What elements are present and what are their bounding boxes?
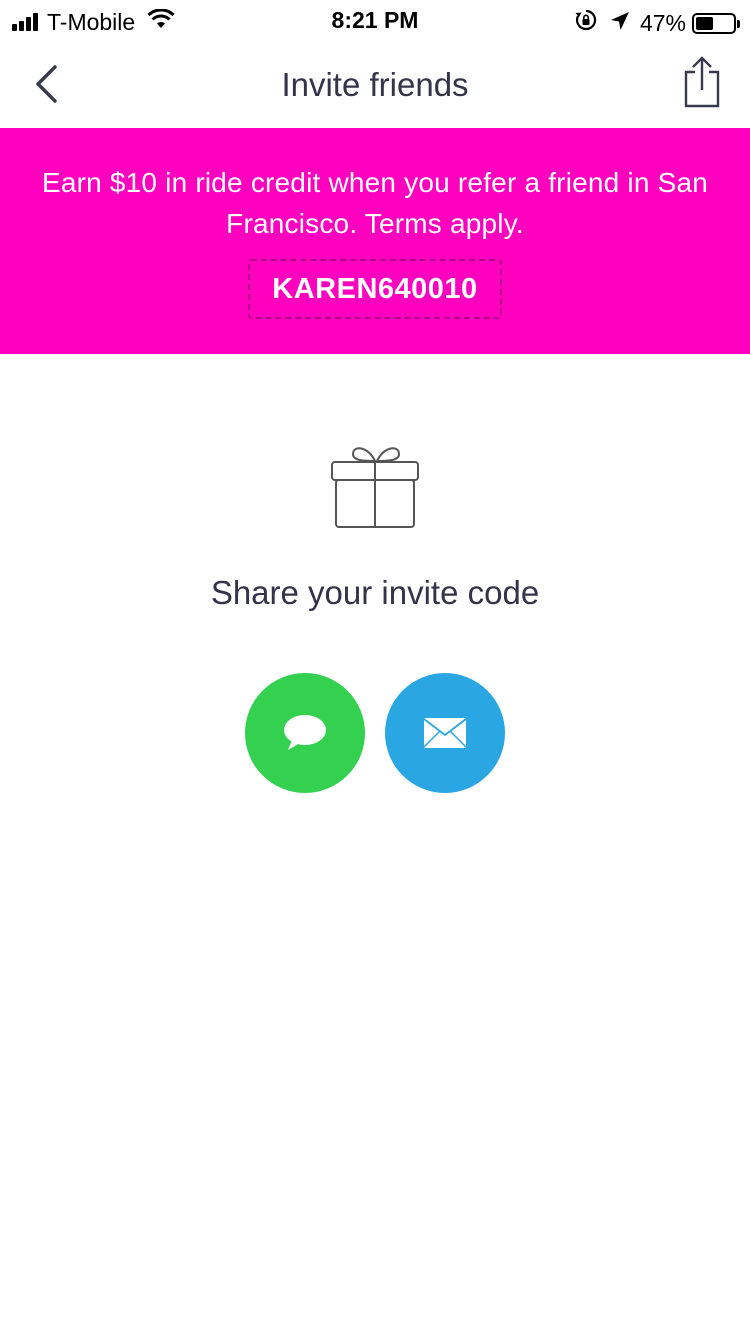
envelope-icon: [423, 718, 467, 748]
share-button[interactable]: [682, 56, 722, 108]
invite-friends-screen: T-Mobile 8:21 PM 47% Invite friends Earn…: [0, 0, 750, 1334]
location-arrow-icon: [610, 10, 630, 37]
message-button[interactable]: [245, 673, 365, 793]
navigation-bar: Invite friends: [0, 40, 750, 128]
page-title: Invite friends: [281, 66, 469, 103]
promo-banner: Earn $10 in ride credit when you refer a…: [0, 128, 750, 354]
email-button[interactable]: [385, 673, 505, 793]
promo-text: Earn $10 in ride credit when you refer a…: [41, 167, 709, 239]
orientation-lock-icon: [574, 8, 598, 38]
battery-fill: [696, 16, 713, 30]
status-bar: T-Mobile 8:21 PM 47%: [0, 0, 750, 40]
battery-icon: [692, 12, 740, 34]
battery-percentage: 47%: [639, 10, 686, 36]
gift-icon: [330, 442, 422, 532]
invite-code[interactable]: KAREN640010: [248, 259, 502, 319]
status-right: 47%: [574, 8, 740, 38]
share-invite-label: Share your invite code: [210, 574, 540, 611]
speech-bubble-icon: [284, 715, 326, 750]
share-icon: [684, 56, 720, 108]
